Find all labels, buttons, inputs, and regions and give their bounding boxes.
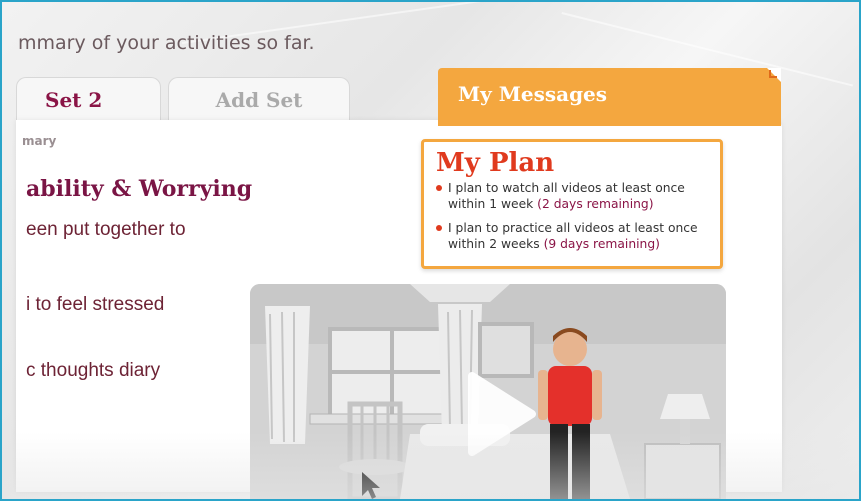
- tab-add-set[interactable]: Add Set: [168, 77, 350, 121]
- summary-line: c thoughts diary: [26, 360, 161, 381]
- messages-tab-label: My Messages: [458, 82, 608, 106]
- plan-item: I plan to watch all videos at least once…: [436, 180, 710, 212]
- plan-title: My Plan: [436, 148, 555, 178]
- bullet-icon: [436, 225, 442, 231]
- tab-set-2[interactable]: Set 2: [16, 77, 161, 121]
- summary-line: een put together to: [26, 219, 186, 240]
- summary-section-label: mary: [22, 134, 57, 148]
- plan-item: I plan to practice all videos at least o…: [436, 220, 710, 252]
- summary-line: i to feel stressed: [26, 294, 165, 315]
- video-player[interactable]: [250, 284, 726, 499]
- corner-mark-icon: [769, 70, 777, 78]
- tab-label: Set 2: [45, 87, 103, 112]
- tab-my-messages[interactable]: My Messages: [438, 68, 781, 126]
- bullet-icon: [436, 185, 442, 191]
- app-frame: mmary of your activities so far. Set 2 A…: [0, 0, 861, 501]
- plan-list: I plan to watch all videos at least once…: [436, 180, 710, 252]
- module-title: ability & Worrying: [26, 176, 253, 202]
- video-thumbnail: [250, 284, 726, 499]
- page-intro-text: mmary of your activities so far.: [18, 32, 315, 54]
- plan-item-remaining: (9 days remaining): [543, 237, 660, 251]
- plan-item-remaining: (2 days remaining): [537, 197, 654, 211]
- tab-label: Add Set: [215, 87, 303, 112]
- my-plan-card: My Plan I plan to watch all videos at le…: [421, 139, 723, 269]
